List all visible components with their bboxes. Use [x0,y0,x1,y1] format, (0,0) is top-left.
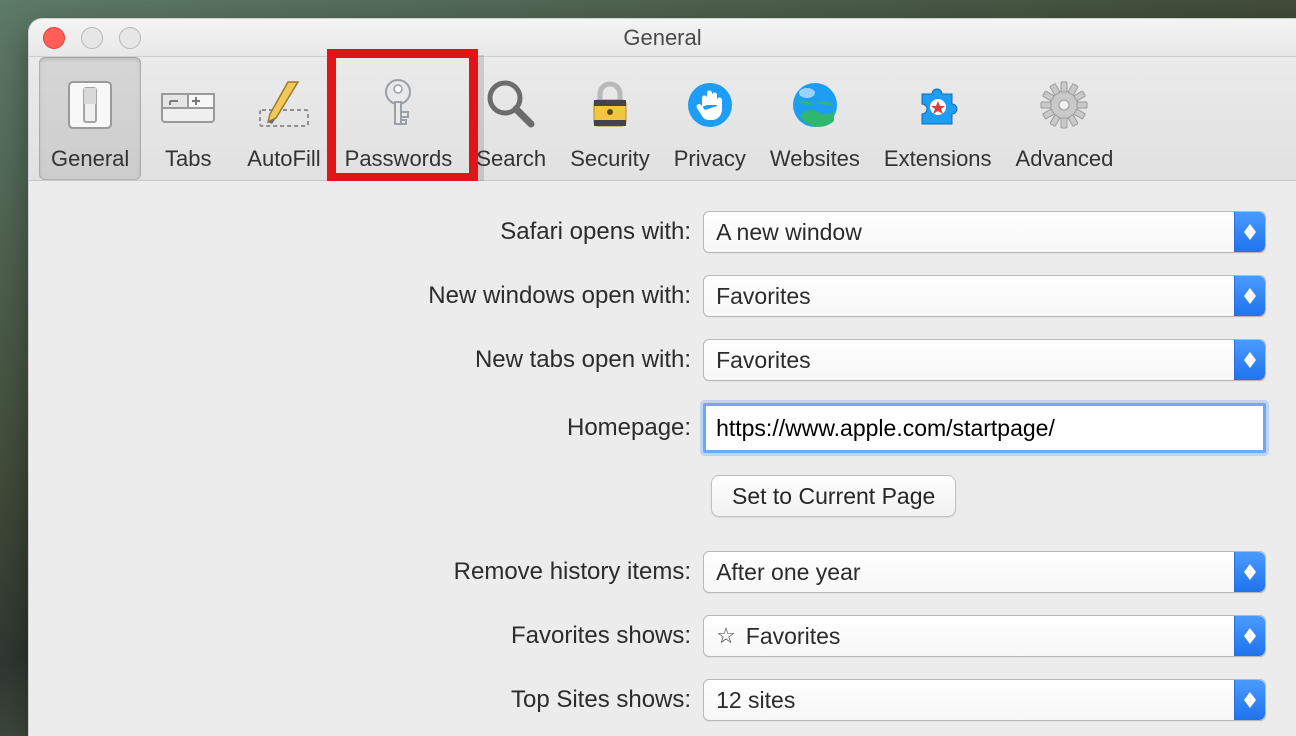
minimize-button[interactable] [81,27,103,49]
select-new-tabs[interactable]: Favorites [703,339,1266,381]
select-top-sites-shows[interactable]: 12 sites [703,679,1266,721]
select-opens-with[interactable]: A new window [703,211,1266,253]
hand-icon [685,65,735,144]
select-value: After one year [716,559,860,586]
select-value: Favorites [716,283,811,310]
tab-passwords[interactable]: Passwords [333,57,465,180]
tab-label: Security [570,146,649,172]
tab-label: Tabs [165,146,211,172]
magnifier-icon [483,65,539,144]
label-opens-with: Safari opens with: [59,218,703,246]
general-pane: Safari opens with: A new window New wind… [29,181,1296,736]
tab-label: AutoFill [247,146,320,172]
tab-label: Extensions [884,146,992,172]
tab-label: General [51,146,129,172]
titlebar: General [29,19,1296,57]
tab-search[interactable]: Search [464,57,558,180]
tab-label: Privacy [674,146,746,172]
tabs-icon [158,65,218,144]
homepage-field[interactable] [703,403,1266,453]
window-title: General [29,19,1296,56]
label-new-tabs: New tabs open with: [59,346,703,374]
label-top-sites-shows: Top Sites shows: [59,686,703,714]
zoom-button[interactable] [119,27,141,49]
chevron-up-down-icon [1234,212,1265,252]
label-homepage: Homepage: [59,414,703,442]
set-current-page-button[interactable]: Set to Current Page [711,475,956,517]
tab-websites[interactable]: Websites [758,57,872,180]
switch-icon [61,65,119,144]
select-value: 12 sites [716,687,795,714]
select-value: A new window [716,219,862,246]
select-remove-history[interactable]: After one year [703,551,1266,593]
tab-security[interactable]: Security [558,57,661,180]
chevron-up-down-icon [1234,340,1265,380]
gear-icon [1037,65,1091,144]
preferences-window: General General [28,18,1296,736]
window-traffic-lights [43,27,141,49]
select-new-windows[interactable]: Favorites [703,275,1266,317]
label-remove-history: Remove history items: [59,558,703,586]
chevron-up-down-icon [1234,616,1265,656]
padlock-icon [586,65,634,144]
select-value: Favorites [716,347,811,374]
tab-privacy[interactable]: Privacy [662,57,758,180]
pencil-icon [254,65,314,144]
tab-general[interactable]: General [39,57,141,180]
chevron-up-down-icon [1234,276,1265,316]
tab-label: Advanced [1016,146,1114,172]
preferences-toolbar: General Tabs [29,57,1296,181]
label-new-windows: New windows open with: [59,282,703,310]
select-favorites-shows[interactable]: ☆ Favorites [703,615,1266,657]
globe-icon [790,65,840,144]
close-button[interactable] [43,27,65,49]
tab-extensions[interactable]: Extensions [872,57,1004,180]
chevron-up-down-icon [1234,680,1265,720]
label-favorites-shows: Favorites shows: [59,622,703,650]
tab-autofill[interactable]: AutoFill [235,57,332,180]
tab-label: Passwords [345,146,453,172]
select-value: Favorites [746,623,841,650]
key-icon [376,65,420,144]
tab-label: Websites [770,146,860,172]
star-icon: ☆ [716,623,736,649]
tab-label: Search [476,146,546,172]
puzzle-icon [912,65,964,144]
chevron-up-down-icon [1234,552,1265,592]
tab-advanced[interactable]: Advanced [1004,57,1126,180]
tab-tabs[interactable]: Tabs [141,57,235,180]
